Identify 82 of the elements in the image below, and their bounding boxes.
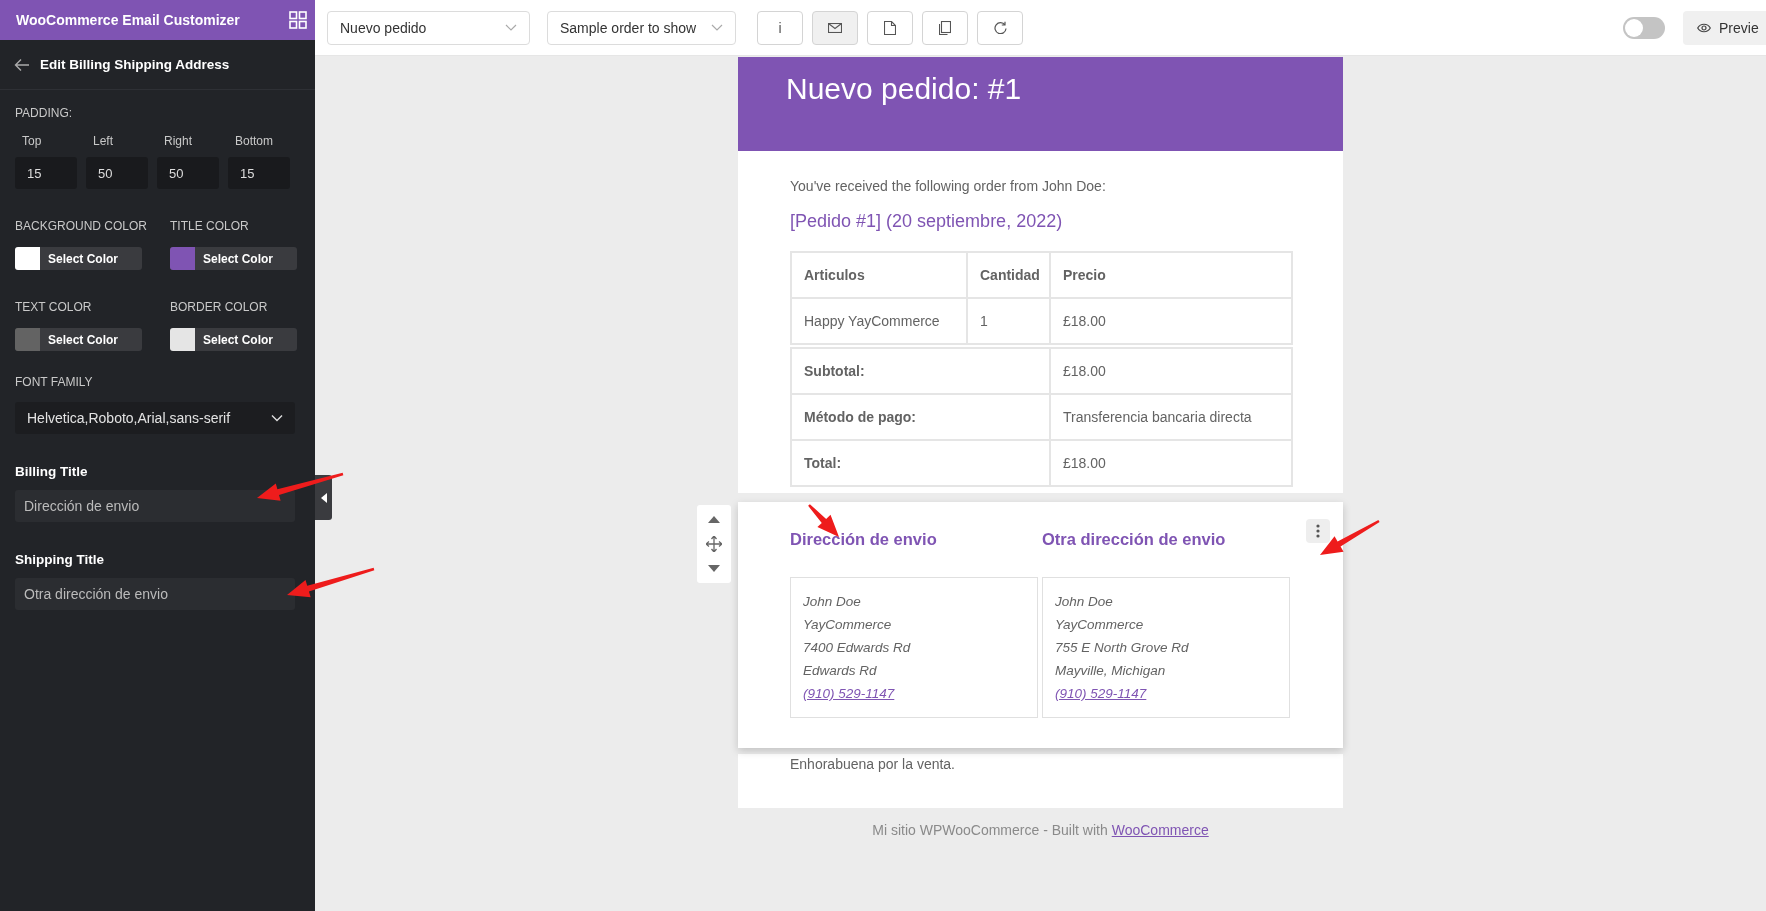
order-title: [Pedido #1] (20 septiembre, 2022)	[790, 211, 1064, 232]
field-label: TEXT COLOR	[15, 300, 93, 314]
column-header: Cantidad	[967, 252, 1050, 298]
padding-input[interactable]: 50	[86, 157, 148, 189]
preview-button[interactable]: Previe	[1683, 10, 1766, 45]
move-down-icon[interactable]	[708, 565, 720, 573]
app-title: WooCommerce Email Customizer	[16, 12, 240, 28]
mail-icon	[828, 22, 842, 33]
field-label: BACKGROUND COLOR	[15, 219, 149, 233]
address-line: Mayville, Michigan	[1055, 662, 1167, 680]
document-button[interactable]	[867, 10, 913, 45]
dropdown-select[interactable]: Nuevo pedido	[327, 10, 530, 45]
table-cell: Método de pago:	[791, 394, 1050, 440]
address-line: YayCommerce	[1055, 616, 1145, 634]
select-color-button[interactable]: Select Color	[15, 247, 142, 270]
title-input[interactable]: Dirección de envio	[15, 490, 295, 522]
drag-move-icon[interactable]	[706, 536, 722, 552]
section-label: PADDING:	[15, 106, 74, 120]
table-cell: Subtotal:	[791, 348, 1050, 394]
field-label: TITLE COLOR	[170, 219, 250, 233]
info-button[interactable]: i	[757, 10, 803, 45]
phone-link[interactable]: (910) 529-1147	[803, 686, 895, 701]
table-cell: Transferencia bancaria directa	[1050, 394, 1292, 440]
title-input[interactable]: Otra dirección de envio	[15, 578, 295, 610]
reload-button[interactable]	[977, 10, 1023, 45]
table-cell: £18.00	[1050, 440, 1292, 486]
select-color-button[interactable]: Select Color	[170, 247, 297, 270]
padding-input[interactable]: 15	[15, 157, 77, 189]
footer-text: Mi sitio WPWooCommerce - Built with WooCommerce	[872, 822, 1209, 838]
document-icon	[884, 20, 896, 35]
address-title: Dirección de envio	[790, 530, 938, 549]
address-line: 7400 Edwards Rd	[803, 639, 912, 657]
select-color-button[interactable]: Select Color	[15, 328, 142, 351]
move-up-icon[interactable]	[708, 515, 720, 523]
table-cell: Total:	[791, 440, 1050, 486]
table-cell: £18.00	[1050, 298, 1292, 344]
phone-link[interactable]: (910) 529-1147	[1055, 686, 1147, 701]
kebab-menu-icon	[1316, 524, 1320, 538]
padding-input[interactable]: 15	[228, 157, 290, 189]
padding-input[interactable]: 50	[157, 157, 219, 189]
address-line: Edwards Rd	[803, 662, 878, 680]
address-title: Otra dirección de envio	[1042, 530, 1227, 549]
panel-title: Edit Billing Shipping Address	[40, 57, 230, 72]
table-cell: Happy YayCommerce	[791, 298, 967, 344]
annotation-arrow	[1320, 519, 1380, 555]
column-header: Precio	[1050, 252, 1292, 298]
field-label: Right	[163, 134, 193, 148]
eye-icon	[1697, 22, 1711, 33]
field-label: BORDER COLOR	[170, 300, 269, 314]
more-options-button[interactable]	[1306, 519, 1330, 543]
chevron-down-icon	[505, 24, 517, 31]
dropdown-select[interactable]: Sample order to show	[547, 10, 736, 45]
field-label: FONT FAMILY	[15, 375, 94, 389]
address-line: 755 E North Grove Rd	[1055, 639, 1190, 657]
footer-link[interactable]: WooCommerce	[1111, 822, 1209, 838]
copy-icon	[939, 20, 951, 35]
column-header: Articulos	[791, 252, 967, 298]
field-label: Top	[21, 134, 43, 148]
grid-icon	[289, 11, 307, 29]
field-label: Bottom	[234, 134, 274, 148]
select-color-button[interactable]: Select Color	[170, 328, 297, 351]
field-label: Shipping Title	[15, 552, 105, 567]
intro-text: You've received the following order from John Doe:	[790, 178, 1107, 194]
reload-icon	[993, 21, 1007, 34]
font-family-select[interactable]: Helvetica,Roboto,Arial,sans-serif	[15, 402, 295, 434]
table-cell: £18.00	[1050, 348, 1292, 394]
copy-button[interactable]	[922, 10, 968, 45]
address-line: YayCommerce	[803, 616, 893, 634]
address-line: John Doe	[1055, 593, 1114, 611]
toggle-switch[interactable]	[1623, 16, 1665, 39]
chevron-down-icon	[711, 24, 723, 31]
closing-text: Enhorabuena por la venta.	[738, 754, 1343, 808]
table-cell: 1	[967, 298, 1050, 344]
triangle-left-icon	[320, 492, 327, 503]
field-label: Billing Title	[15, 464, 89, 479]
address-line: John Doe	[803, 593, 862, 611]
collapse-button[interactable]	[315, 475, 332, 520]
email-header: Nuevo pedido: #1	[738, 57, 1343, 151]
mail-button[interactable]	[812, 10, 858, 45]
field-label: Left	[92, 134, 114, 148]
back-arrow-icon[interactable]	[14, 57, 30, 72]
chevron-down-icon	[271, 414, 283, 422]
